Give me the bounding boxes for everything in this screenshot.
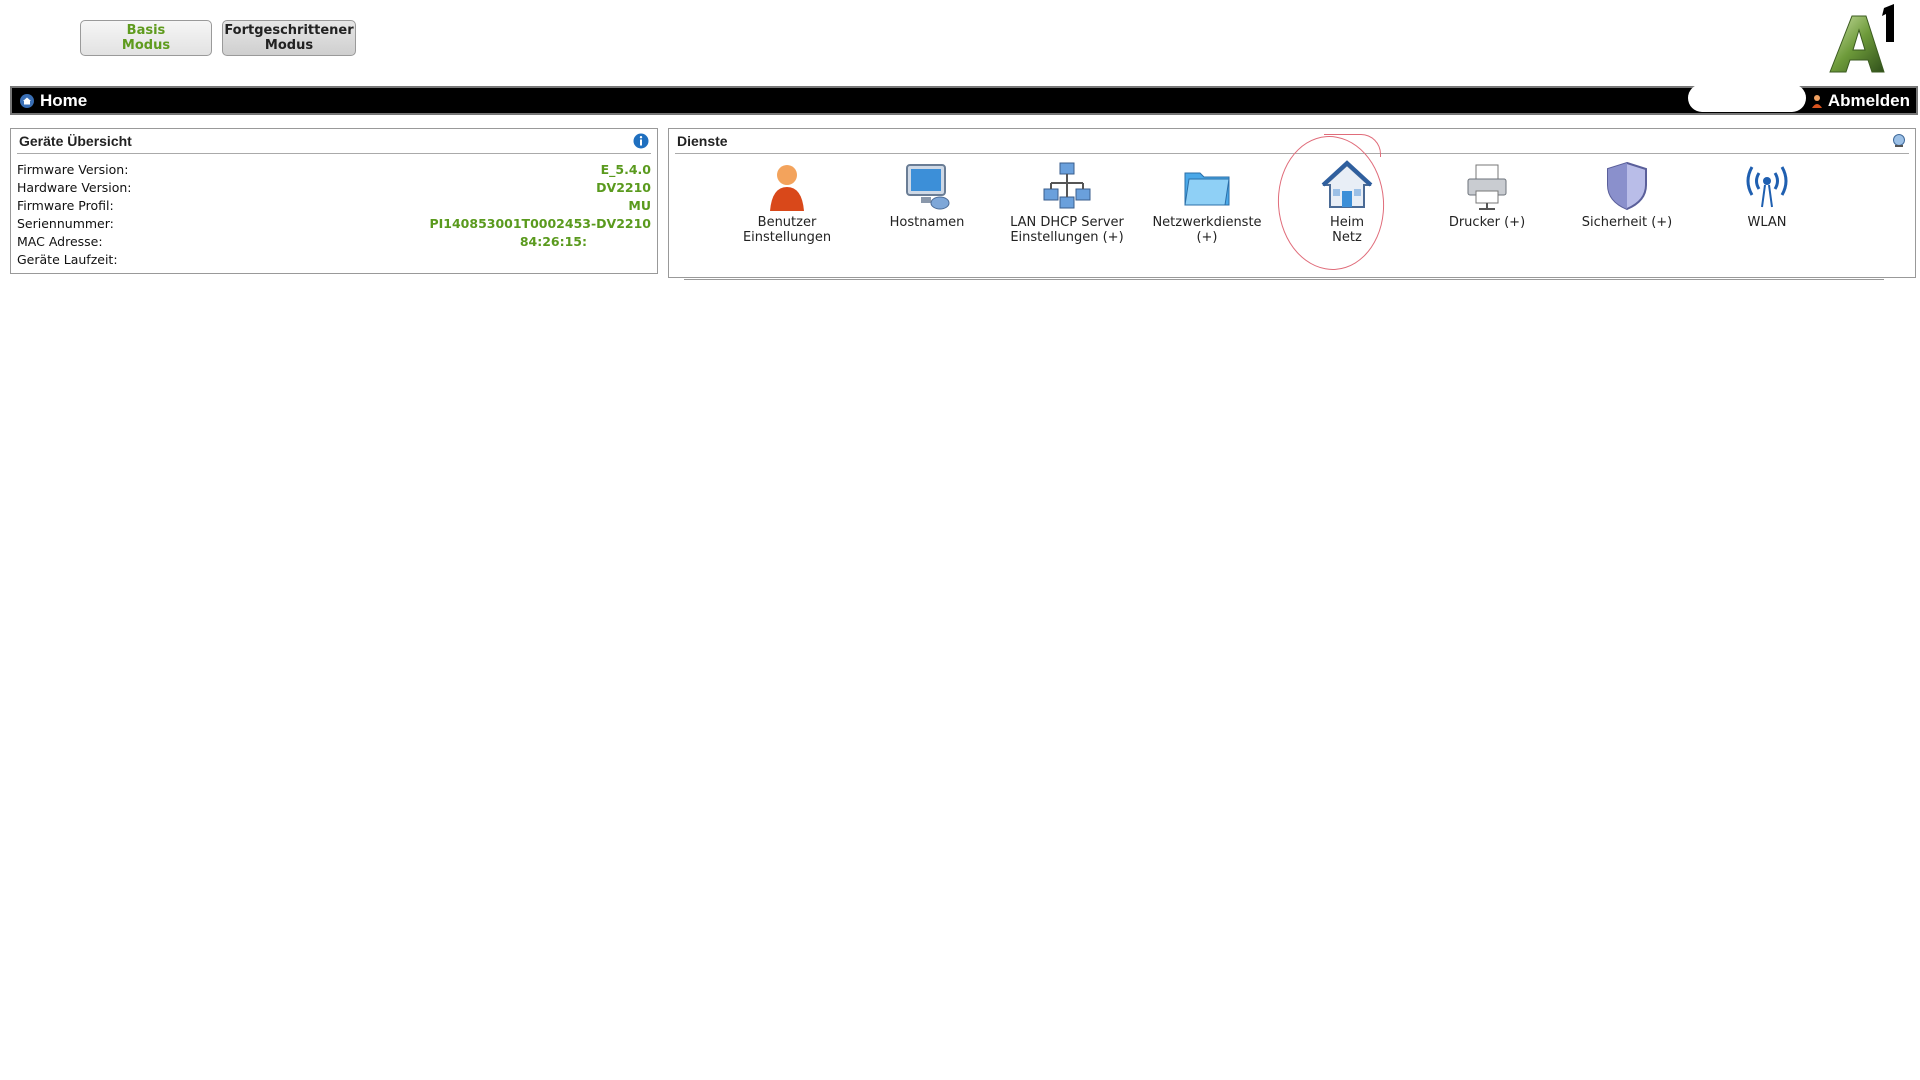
service-drucker[interactable]: Drucker (+): [1417, 159, 1557, 245]
network-icon: [1043, 162, 1091, 209]
fortgeschrittener-modus-label: Fortgeschrittener Modus: [224, 23, 354, 53]
firmware-profile-value: MU: [628, 197, 651, 213]
mac-address-label: MAC Adresse:: [17, 233, 103, 249]
logout-label: Abmelden: [1827, 91, 1910, 110]
device-info-list: Firmware Version: E_5.4.0 Hardware Versi…: [17, 160, 651, 268]
serial-number-value: PI140853001T0002453-DV2210: [429, 215, 651, 231]
services-title: Dienste: [677, 133, 728, 149]
service-label: LAN DHCP Server Einstellungen (+): [1010, 215, 1124, 245]
user-icon: [770, 165, 804, 211]
service-heim-netz[interactable]: Heim Netz: [1277, 159, 1417, 245]
service-label: Sicherheit (+): [1581, 215, 1673, 230]
mac-address-value: 84:26:15:: [519, 233, 587, 249]
printer-icon: [1467, 164, 1507, 210]
folder-icon: [1184, 172, 1230, 206]
logout-button[interactable]: Abmelden: [1811, 91, 1910, 111]
device-info-row: Firmware Version: E_5.4.0: [17, 160, 651, 178]
house-icon: [1321, 160, 1373, 208]
service-label: Drucker (+): [1448, 215, 1526, 230]
hardware-version-label: Hardware Version:: [17, 179, 132, 195]
shield-icon: [1607, 161, 1647, 211]
device-overview-title: Geräte Übersicht: [19, 133, 132, 149]
firmware-version-value: E_5.4.0: [600, 161, 651, 177]
serial-number-label: Seriennummer:: [17, 215, 114, 231]
info-icon[interactable]: [633, 133, 649, 149]
service-label: Hostnamen: [889, 215, 965, 230]
device-info-row: Seriennummer: PI140853001T0002453-DV2210: [17, 214, 651, 232]
device-info-row: Hardware Version: DV2210: [17, 178, 651, 196]
basis-modus-button[interactable]: Basis Modus: [80, 20, 212, 56]
device-info-row: MAC Adresse: 84:26:15:: [17, 232, 651, 250]
home-link[interactable]: Home: [20, 91, 87, 111]
redacted-username: [1688, 84, 1806, 112]
service-label: Heim Netz: [1329, 215, 1365, 245]
help-globe-icon[interactable]: [1891, 133, 1907, 149]
device-info-row: Firmware Profil: MU: [17, 196, 651, 214]
service-wlan[interactable]: WLAN: [1697, 159, 1837, 245]
service-lan-dhcp-server[interactable]: LAN DHCP Server Einstellungen (+): [997, 159, 1137, 245]
service-label: Netzwerkdienste (+): [1152, 215, 1262, 245]
service-netzwerkdienste[interactable]: Netzwerkdienste (+): [1137, 159, 1277, 245]
service-hostnamen[interactable]: Hostnamen: [857, 159, 997, 245]
service-label: Benutzer Einstellungen: [742, 215, 832, 245]
device-overview-panel: Geräte Übersicht Firmware Version: E_5.4…: [10, 128, 658, 274]
device-info-row: Geräte Laufzeit:: [17, 250, 651, 268]
service-benutzer-einstellungen[interactable]: Benutzer Einstellungen: [717, 159, 857, 245]
home-icon: [20, 94, 34, 108]
fortgeschrittener-modus-button[interactable]: Fortgeschrittener Modus: [222, 20, 356, 56]
firmware-profile-label: Firmware Profil:: [17, 197, 114, 213]
home-label: Home: [40, 91, 88, 110]
firmware-version-label: Firmware Version:: [17, 161, 129, 177]
uptime-label: Geräte Laufzeit:: [17, 251, 118, 267]
hardware-version-value: DV2210: [596, 179, 651, 195]
a1-logo: [1829, 4, 1894, 73]
services-grid: Benutzer Einstellungen Hostnamen LAN DHC…: [717, 159, 1855, 245]
monitor-icon: [906, 164, 950, 210]
user-icon: [1811, 95, 1822, 108]
service-label: WLAN: [1747, 215, 1787, 230]
services-panel: Dienste Benutzer Einstellungen Hostnamen: [668, 128, 1916, 278]
wifi-icon: [1746, 166, 1788, 208]
service-sicherheit[interactable]: Sicherheit (+): [1557, 159, 1697, 245]
divider: [684, 279, 1884, 280]
top-navigation-bar: Home Abmelden: [10, 84, 1918, 115]
basis-modus-label: Basis Modus: [121, 23, 171, 53]
